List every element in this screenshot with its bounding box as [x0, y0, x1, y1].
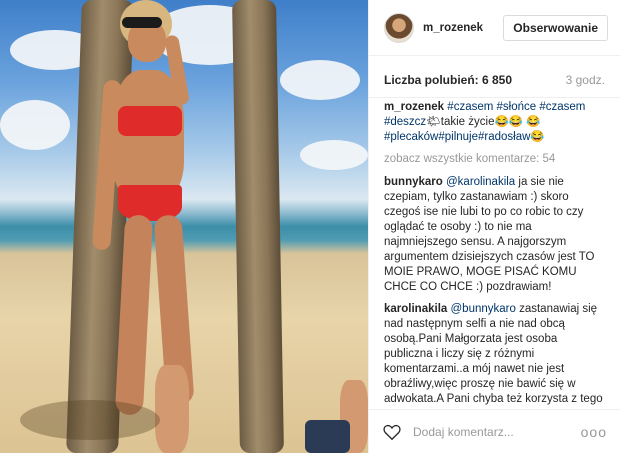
backpack — [305, 420, 350, 453]
cloud — [0, 100, 70, 150]
comment-item: karolinakila @bunnykaro zastanawiaj się … — [384, 302, 606, 408]
post-username[interactable]: m_rozenek — [423, 22, 503, 34]
comment-text: zastanawiaj się nad następnym selfi a ni… — [384, 303, 603, 405]
comment-author[interactable]: bunnykaro — [384, 176, 443, 188]
comment-text: ja sie nie czepiam, tylko zastanawiam :)… — [384, 176, 595, 293]
caption-text: 🌤takie życie😂😂 — [426, 116, 524, 128]
hashtag[interactable]: #pilnuje — [438, 131, 478, 143]
sunglasses — [122, 17, 162, 28]
comment-mention[interactable]: @karolinakila — [446, 176, 515, 188]
hashtag[interactable]: #czasem — [539, 101, 585, 113]
hashtag[interactable]: #słońce — [497, 101, 537, 113]
follow-button[interactable]: Obserwowanie — [503, 14, 608, 41]
avatar[interactable] — [384, 12, 414, 43]
likes-count[interactable]: Liczba polubień: 6 850 — [384, 73, 512, 87]
cloud — [300, 140, 368, 170]
post-header: m_rozenek Obserwowanie — [369, 0, 620, 56]
bikini-top — [118, 106, 182, 136]
heart-icon[interactable] — [383, 424, 401, 440]
post-side-panel: m_rozenek Obserwowanie Liczba polubień: … — [368, 0, 620, 453]
likes-row: Liczba polubień: 6 850 3 godz. — [369, 56, 620, 98]
palm-trunk-right — [232, 0, 284, 453]
foot-foreground — [155, 365, 189, 453]
hashtag[interactable]: #radosław — [478, 131, 530, 143]
post-time[interactable]: 3 godz. — [566, 73, 605, 87]
caption-author[interactable]: m_rozenek — [384, 101, 444, 113]
comments-list[interactable]: m_rozenek #czasem #słońce #czasem #deszc… — [369, 96, 620, 408]
cloud — [280, 60, 360, 100]
hashtag[interactable]: #czasem — [447, 101, 493, 113]
hashtag[interactable]: #deszcz — [384, 116, 426, 128]
caption-emoji: 😂 — [530, 131, 545, 143]
add-comment-input[interactable]: Dodaj komentarz... — [413, 425, 581, 439]
sand-shadow — [20, 400, 160, 440]
comment-author[interactable]: karolinakila — [384, 303, 447, 315]
comment-mention[interactable]: @bunnykaro — [451, 303, 516, 315]
caption: m_rozenek #czasem #słońce #czasem #deszc… — [384, 100, 606, 145]
comment-item: bunnykaro @karolinakila ja sie nie czepi… — [384, 175, 606, 295]
comment-footer: Dodaj komentarz... ooo — [369, 409, 620, 453]
more-options-icon[interactable]: ooo — [581, 424, 607, 440]
post-photo[interactable] — [0, 0, 368, 453]
view-all-comments-link[interactable]: zobacz wszystkie komentarze: 54 — [384, 152, 606, 167]
